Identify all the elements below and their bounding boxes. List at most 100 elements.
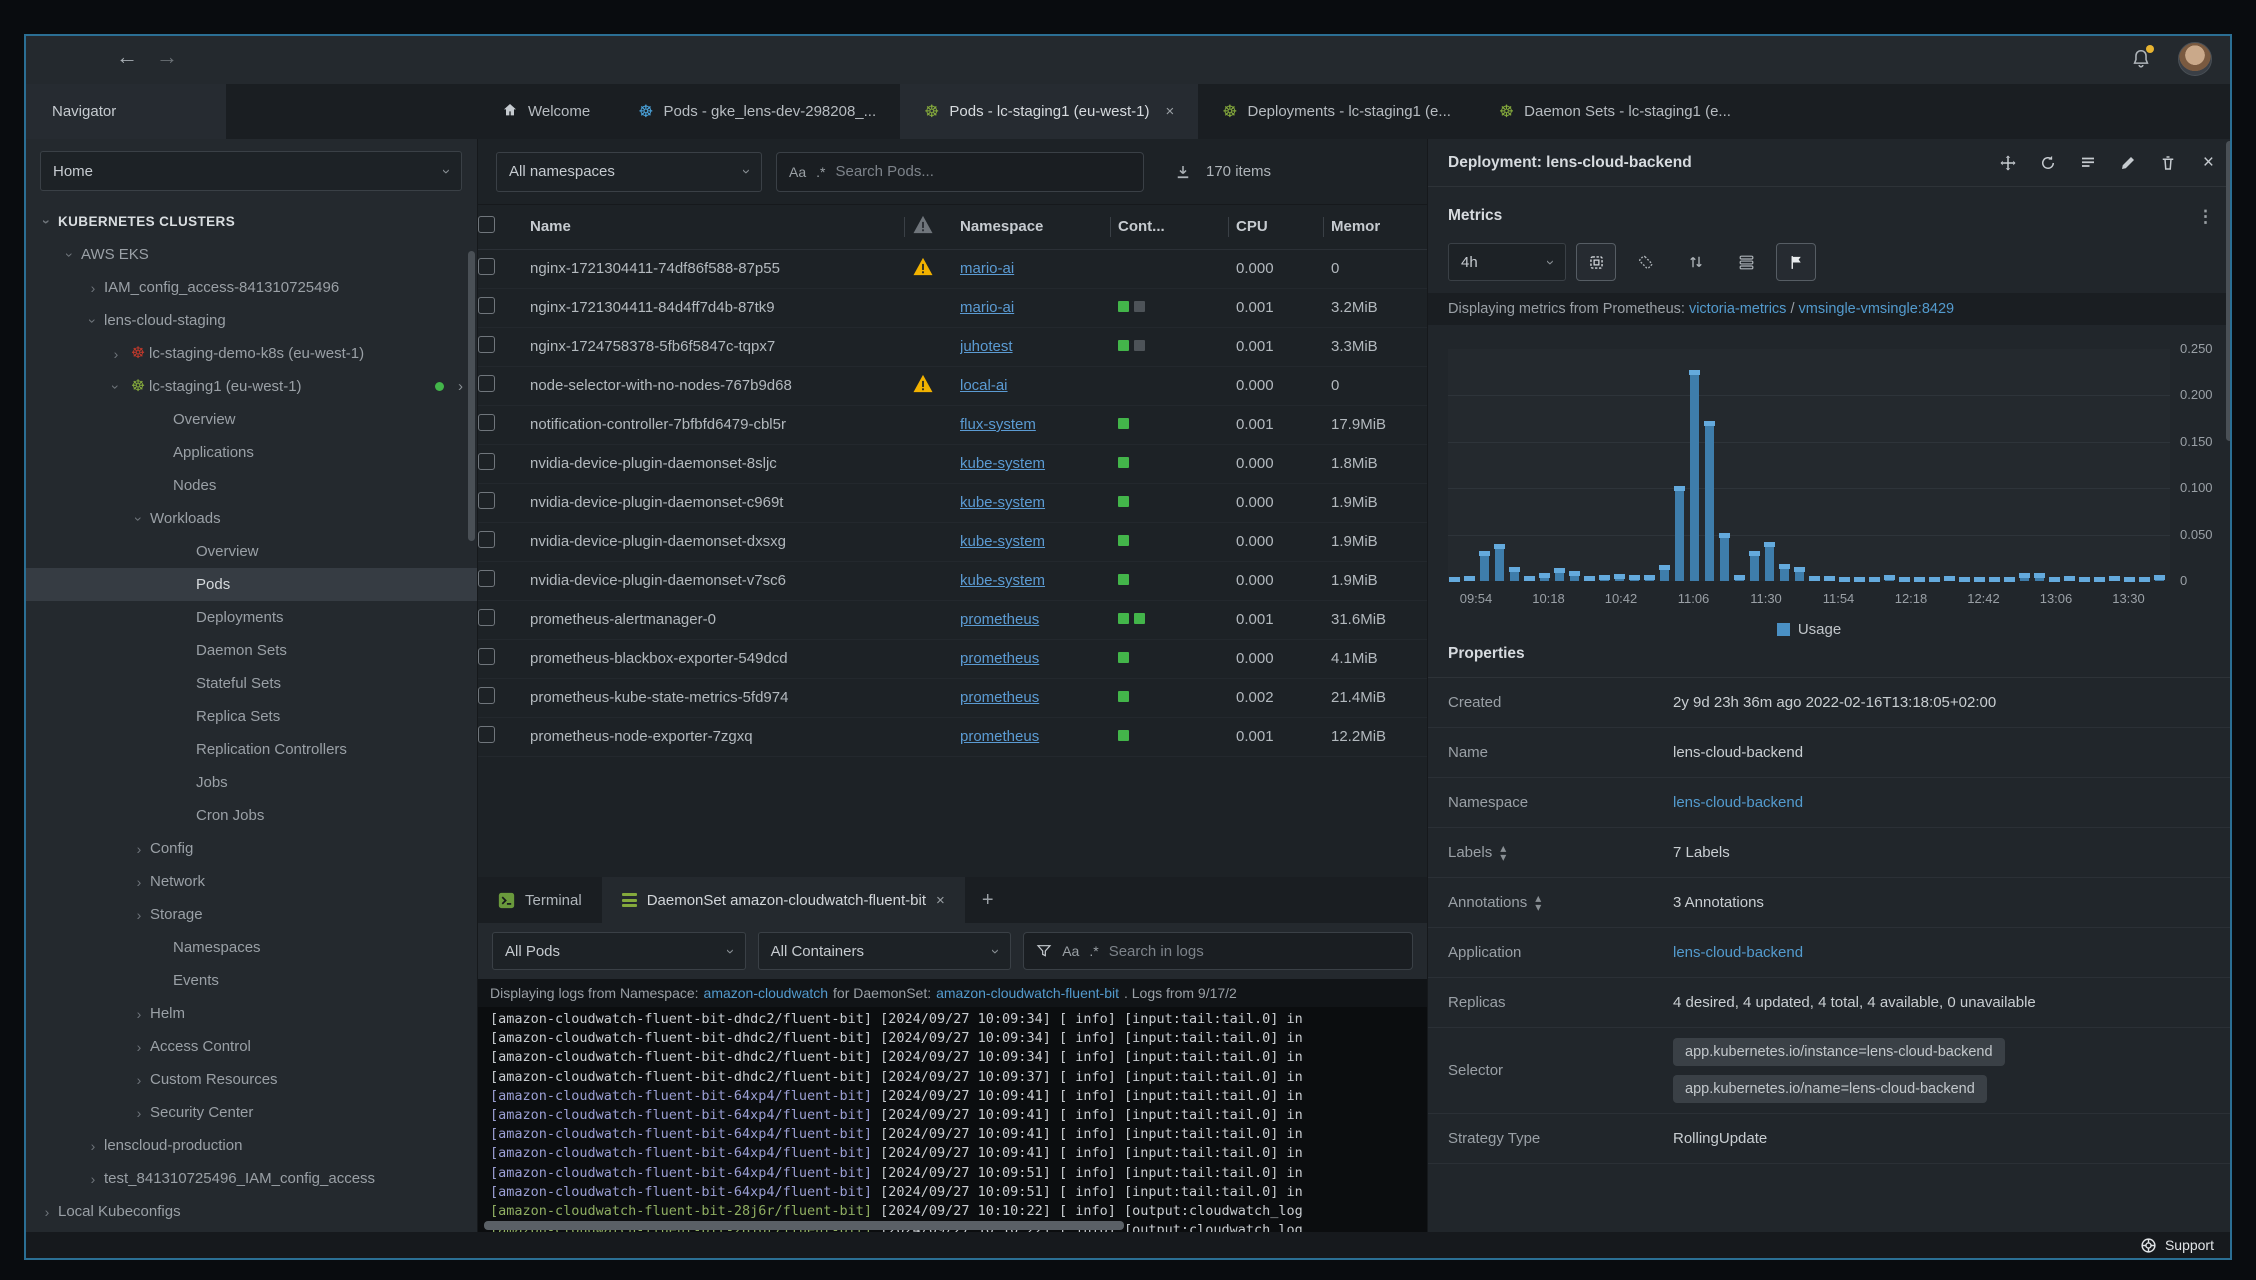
sidebar-item-pods[interactable]: Pods [26,568,477,601]
sort-updown-icon[interactable]: ▴ ▾ [1535,892,1541,913]
tag-icon[interactable] [1626,243,1666,281]
table-row[interactable]: nvidia-device-plugin-daemonset-v7sc6 kube… [478,561,1427,601]
sidebar-item-kubernetes-clusters[interactable]: › KUBERNETES CLUSTERS [26,205,477,238]
usage-bar[interactable] [1839,577,1850,582]
row-checkbox[interactable] [478,609,495,626]
chart-plot-area[interactable] [1448,349,2170,582]
chevron-right-icon[interactable]: › [458,378,463,395]
flag-toggle[interactable] [1776,243,1816,281]
column-warning[interactable] [904,205,960,250]
namespace-link[interactable]: prometheus [960,650,1039,667]
usage-bar[interactable] [1524,576,1535,582]
sidebar-item-stateful-sets[interactable]: Stateful Sets [26,667,477,700]
namespace-link[interactable]: kube-system [960,494,1045,511]
sidebar-item-access-control[interactable]: › Access Control [26,1030,477,1063]
row-checkbox[interactable] [478,297,495,314]
sidebar-item-daemon-sets[interactable]: Daemon Sets [26,634,477,667]
chevron-right-icon[interactable]: › [36,1204,58,1220]
usage-bar[interactable] [1914,577,1925,582]
table-row[interactable]: prometheus-node-exporter-7zgxq prometheus… [478,717,1427,757]
download-icon[interactable] [1174,163,1192,181]
terminal-tab[interactable]: Terminal [478,877,602,923]
move-icon[interactable] [1999,154,2017,172]
select-all-checkbox[interactable] [478,216,495,234]
row-checkbox[interactable] [478,570,495,587]
usage-bar[interactable] [2109,576,2120,582]
usage-bar[interactable] [1464,576,1475,582]
chevron-down-icon[interactable]: › [62,244,78,266]
usage-bar[interactable] [1854,577,1865,582]
support-button[interactable]: Support [2165,1237,2214,1253]
usage-bar[interactable] [1944,576,1955,582]
row-checkbox[interactable] [478,648,495,665]
catalog-selector[interactable]: Home › [40,151,462,191]
usage-bar[interactable] [2004,577,2015,582]
namespace-link[interactable]: mario-ai [960,299,1014,316]
namespace-link[interactable]: prometheus [960,728,1039,745]
column-name[interactable]: Name [530,205,912,250]
refresh-icon[interactable] [2039,154,2057,172]
column-memory[interactable]: Memor [1323,205,1427,250]
sidebar-item-storage[interactable]: › Storage [26,898,477,931]
usage-bar[interactable] [2154,575,2165,581]
usage-bar[interactable] [1749,551,1760,581]
sidebar-item-config[interactable]: › Config [26,832,477,865]
chevron-down-icon[interactable]: › [108,376,124,398]
back-button[interactable]: ← [116,44,138,70]
tab-pods-gke-lens-dev-298208[interactable]: ☸ Pods - gke_lens-dev-298208_... [614,84,900,139]
namespace-link[interactable]: mario-ai [960,260,1014,277]
table-row[interactable]: nvidia-device-plugin-daemonset-dxsxg kube… [478,522,1427,562]
table-row[interactable]: prometheus-alertmanager-0 prometheus 0.001… [478,600,1427,640]
chevron-down-icon[interactable]: › [39,211,55,233]
sidebar-item-helm[interactable]: › Helm [26,997,477,1030]
match-case-icon[interactable]: Aa [1062,943,1079,959]
close-tab-icon[interactable]: × [936,892,945,909]
pod-filter[interactable]: All Pods › [492,932,746,970]
namespace-link[interactable]: prometheus [960,611,1039,628]
logs-search-input[interactable]: Aa .* Search in logs [1023,932,1413,970]
chevron-right-icon[interactable]: › [128,874,150,890]
sidebar-item-events[interactable]: Events [26,964,477,997]
usage-bar[interactable] [1614,574,1625,581]
sidebar-item-lenscloud-production[interactable]: › lenscloud-production [26,1129,477,1162]
usage-bar[interactable] [1494,543,1505,581]
sidebar-item-overview[interactable]: Overview [26,535,477,568]
usage-bar[interactable] [1689,370,1700,581]
usage-bar[interactable] [1809,576,1820,582]
namespace-link[interactable]: local-ai [960,377,1008,394]
usage-bar[interactable] [1734,575,1745,581]
sidebar-item-namespaces[interactable]: Namespaces [26,931,477,964]
chevron-right-icon[interactable]: › [128,907,150,923]
tab-deployments-lc-staging1-e[interactable]: ☸ Deployments - lc-staging1 (e... [1198,84,1475,139]
usage-bar[interactable] [1704,421,1715,581]
namespace-link[interactable]: prometheus [960,689,1039,706]
sidebar-item-aws-eks[interactable]: › AWS EKS [26,238,477,271]
notifications-bell-icon[interactable] [2130,45,2154,70]
selector-chip[interactable]: app.kubernetes.io/instance=lens-cloud-ba… [1673,1038,2005,1066]
row-checkbox[interactable] [478,414,495,431]
namespace-link[interactable]: kube-system [960,533,1045,550]
chevron-right-icon[interactable]: › [105,346,127,362]
namespace-link[interactable]: kube-system [960,572,1045,589]
tab-daemon-sets-lc-staging1-e[interactable]: ☸ Daemon Sets - lc-staging1 (e... [1475,84,1755,139]
property-value-link[interactable]: lens-cloud-backend [1673,944,1803,961]
namespace-link[interactable]: amazon-cloudwatch [704,985,829,1001]
table-row[interactable]: prometheus-kube-state-metrics-5fd974 prom… [478,678,1427,718]
forward-button[interactable]: → [156,44,178,70]
sidebar-item-custom-resources[interactable]: › Custom Resources [26,1063,477,1096]
filter-funnel-icon[interactable] [1036,943,1052,959]
row-checkbox[interactable] [478,453,495,470]
menu-lines-icon[interactable] [2079,154,2097,172]
usage-bar[interactable] [1554,567,1565,581]
namespace-link[interactable]: kube-system [960,455,1045,472]
usage-bar[interactable] [1719,532,1730,581]
usage-bar[interactable] [1824,576,1835,582]
chevron-right-icon[interactable]: › [82,280,104,296]
usage-bar[interactable] [1449,577,1460,582]
chevron-right-icon[interactable]: › [128,1072,150,1088]
usage-bar[interactable] [1929,577,1940,582]
sidebar-item-overview[interactable]: Overview [26,403,477,436]
chevron-right-icon[interactable]: › [82,1138,104,1154]
usage-bar[interactable] [1884,575,1895,581]
usage-bar[interactable] [1539,573,1550,581]
